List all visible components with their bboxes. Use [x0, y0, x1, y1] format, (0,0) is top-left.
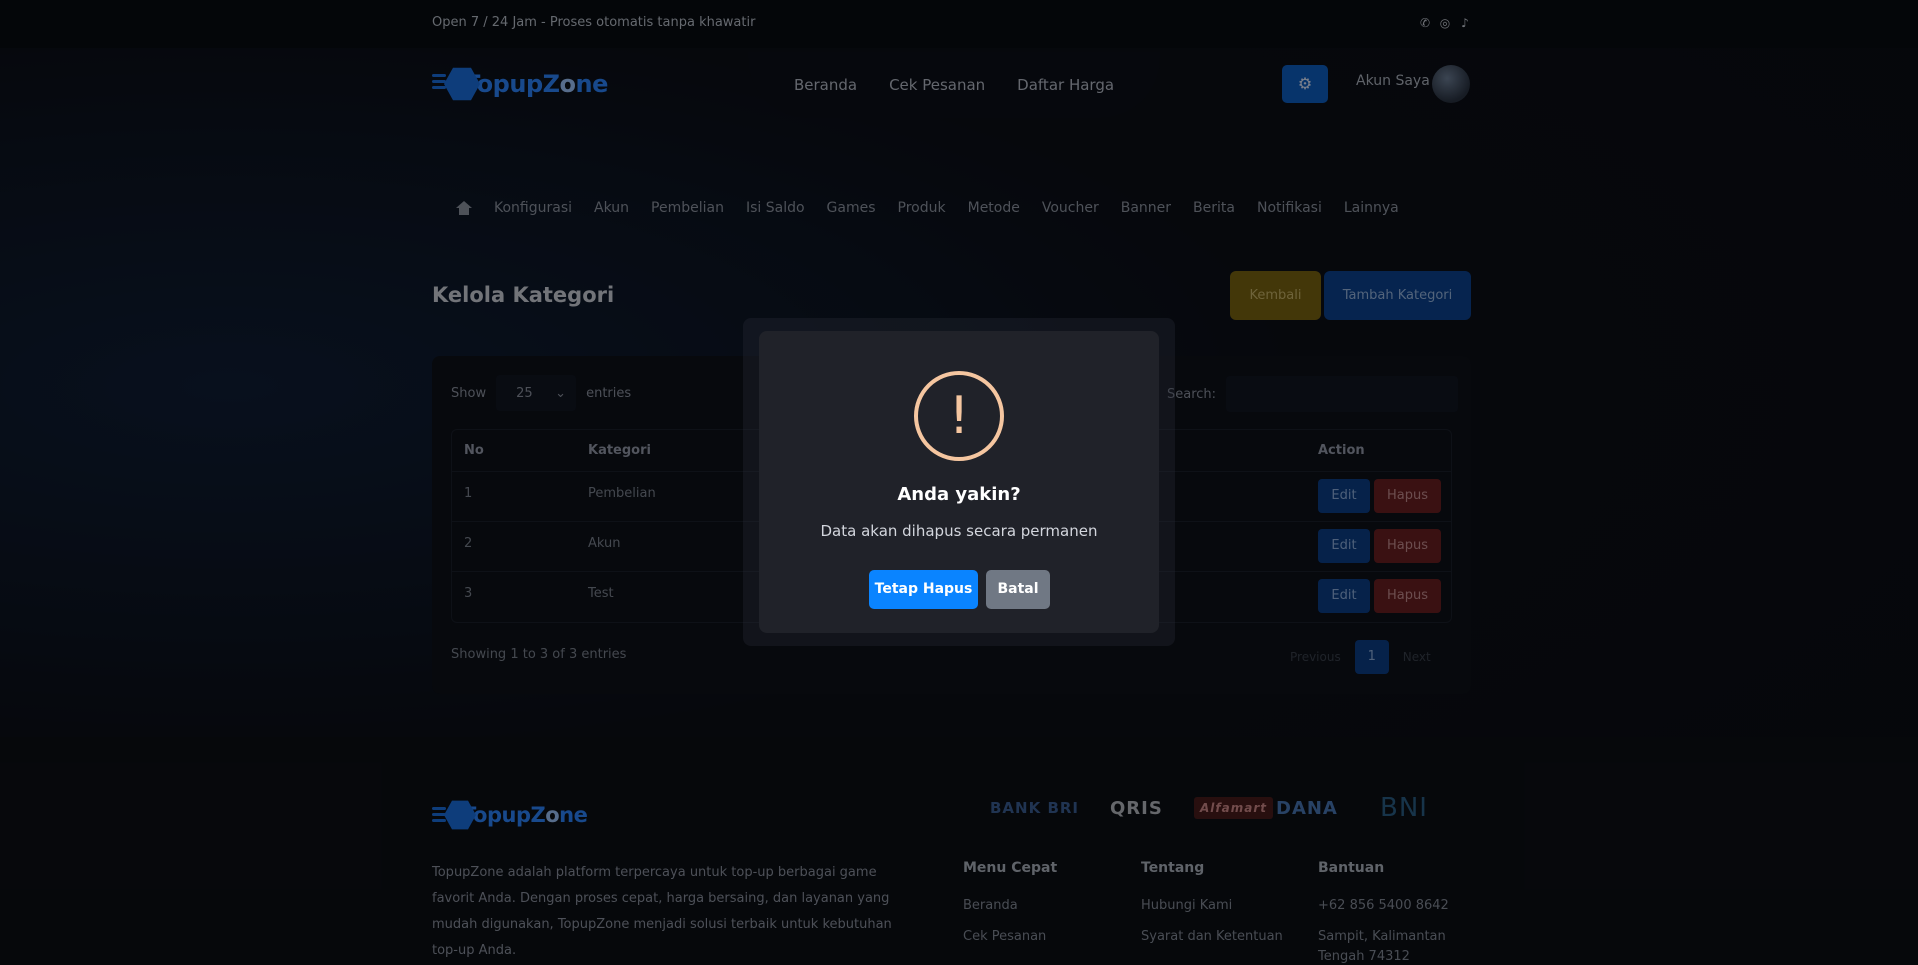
- dialog-message: Data akan dihapus secara permanen: [820, 522, 1098, 540]
- cancel-button[interactable]: Batal: [986, 570, 1050, 609]
- confirm-delete-button[interactable]: Tetap Hapus: [869, 570, 978, 609]
- confirm-dialog: ! Anda yakin? Data akan dihapus secara p…: [759, 331, 1159, 633]
- warning-icon: !: [914, 371, 1004, 461]
- dialog-title: Anda yakin?: [897, 484, 1021, 505]
